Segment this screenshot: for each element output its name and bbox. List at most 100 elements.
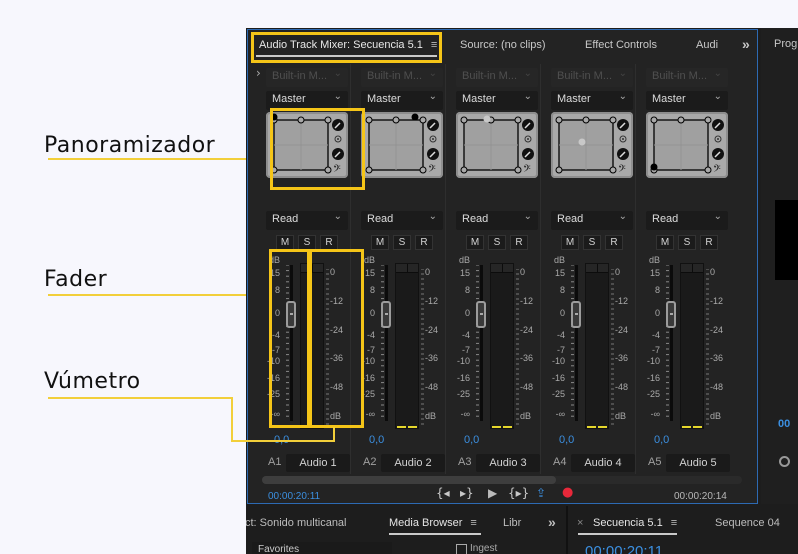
record-track-button[interactable]: R <box>320 235 338 250</box>
volume-fader-handle[interactable] <box>476 300 486 328</box>
output-dropdown[interactable]: Master ⌄ <box>551 91 633 110</box>
current-timecode[interactable]: 00:00:20:11 <box>268 491 320 502</box>
track-name-field[interactable]: Audio 5 <box>666 454 730 472</box>
fader-scale-label: -7 <box>651 344 660 355</box>
mute-track-button[interactable]: M <box>371 235 389 250</box>
clip-indicator[interactable] <box>396 264 418 273</box>
go-to-out-button[interactable]: ▸} <box>460 486 474 500</box>
tab-sequence-5-1[interactable]: Secuencia 5.1 ≡ <box>593 517 677 529</box>
meter-ticks <box>706 269 709 425</box>
tab-audio-clip-mixer[interactable]: Audi <box>696 39 718 51</box>
mixer-horizontal-scrollbar[interactable] <box>262 476 742 484</box>
output-dropdown[interactable]: Master ⌄ <box>361 91 443 110</box>
track-volume-value[interactable]: 0,0 <box>369 434 384 446</box>
loop-active-button[interactable]: ⇪ <box>536 486 546 500</box>
tab-source[interactable]: Source: (no clips) <box>460 39 546 51</box>
record-track-button[interactable]: R <box>700 235 718 250</box>
automation-mode-dropdown[interactable]: Read ⌄ <box>646 211 728 230</box>
close-tab-icon[interactable]: × <box>577 517 583 529</box>
timeline-timecode[interactable]: 00:00:20:11 <box>585 543 663 554</box>
fader-track[interactable] <box>575 265 578 421</box>
tab-effect-controls[interactable]: Effect Controls <box>585 39 657 51</box>
mute-track-button[interactable]: M <box>466 235 484 250</box>
record-button[interactable]: ● <box>562 485 573 500</box>
surround-panner[interactable]: 𝄢 <box>361 112 443 178</box>
volume-fader-handle[interactable] <box>666 300 676 328</box>
effect-dropdown[interactable]: Built-in M... ⌄ <box>456 68 538 87</box>
automation-mode-dropdown[interactable]: Read ⌄ <box>266 211 348 230</box>
surround-panner[interactable]: 𝄢 <box>456 112 538 178</box>
track-volume-value[interactable]: 0,0 <box>464 434 479 446</box>
scrollbar-thumb[interactable] <box>262 476 556 484</box>
volume-fader-handle[interactable] <box>571 300 581 328</box>
go-to-in-button[interactable]: {◂ <box>436 486 450 500</box>
effect-dropdown[interactable]: Built-in M... ⌄ <box>551 68 633 87</box>
fader-track[interactable] <box>480 265 483 421</box>
clip-indicator[interactable] <box>491 264 513 273</box>
surround-panner[interactable]: 𝄢 <box>646 112 728 178</box>
playhead-handle[interactable] <box>779 456 790 467</box>
program-timecode[interactable]: 00 <box>778 418 790 430</box>
track-id: A4 <box>553 456 567 468</box>
track-name-field[interactable]: Audio 1 <box>286 454 350 472</box>
tab-overflow-icon[interactable]: » <box>548 514 556 530</box>
clip-indicator[interactable] <box>586 264 608 273</box>
clip-indicator[interactable] <box>681 264 703 273</box>
mute-track-button[interactable]: M <box>656 235 674 250</box>
output-dropdown[interactable]: Master ⌄ <box>646 91 728 110</box>
tab-overflow-icon[interactable]: » <box>742 36 750 52</box>
track-name-field[interactable]: Audio 2 <box>381 454 445 472</box>
effect-dropdown[interactable]: Built-in M... ⌄ <box>646 68 728 87</box>
panel-menu-icon[interactable]: ≡ <box>470 517 476 529</box>
track-volume-value[interactable]: 0,0 <box>559 434 574 446</box>
tab-media-browser[interactable]: Media Browser ≡ <box>389 517 477 529</box>
fader-track[interactable] <box>670 265 673 421</box>
solo-track-button[interactable]: S <box>583 235 601 250</box>
fader-track[interactable] <box>290 265 293 421</box>
dropdown-value: Built-in M... <box>367 70 423 82</box>
solo-track-button[interactable]: S <box>393 235 411 250</box>
meter-ticks <box>421 269 424 425</box>
tab-program-monitor[interactable]: Progr <box>774 38 798 50</box>
tab-sequence-04[interactable]: Sequence 04 <box>715 517 780 529</box>
volume-fader-handle[interactable] <box>381 300 391 328</box>
pan-position-puck[interactable] <box>483 115 491 123</box>
tab-audio-track-mixer[interactable]: Audio Track Mixer: Secuencia 5.1 ≡ <box>259 39 437 51</box>
ingest-checkbox[interactable] <box>456 544 467 554</box>
effect-dropdown[interactable]: Built-in M... ⌄ <box>361 68 443 87</box>
solo-track-button[interactable]: S <box>678 235 696 250</box>
pan-position-puck[interactable] <box>270 113 278 121</box>
automation-mode-dropdown[interactable]: Read ⌄ <box>551 211 633 230</box>
mute-track-button[interactable]: M <box>276 235 294 250</box>
automation-mode-dropdown[interactable]: Read ⌄ <box>361 211 443 230</box>
solo-track-button[interactable]: S <box>488 235 506 250</box>
output-dropdown[interactable]: Master ⌄ <box>266 91 348 110</box>
record-track-button[interactable]: R <box>605 235 623 250</box>
track-name-field[interactable]: Audio 4 <box>571 454 635 472</box>
record-track-button[interactable]: R <box>415 235 433 250</box>
effect-dropdown[interactable]: Built-in M... ⌄ <box>266 68 348 87</box>
track-volume-value[interactable]: 0,0 <box>654 434 669 446</box>
panel-menu-icon[interactable]: ≡ <box>671 517 677 529</box>
volume-fader-handle[interactable] <box>286 300 296 328</box>
fader-track[interactable] <box>385 265 388 421</box>
clip-indicator[interactable] <box>301 264 323 273</box>
surround-panner[interactable]: 𝄢 <box>551 112 633 178</box>
solo-track-button[interactable]: S <box>298 235 316 250</box>
pan-position-puck[interactable] <box>650 163 658 171</box>
mute-track-button[interactable]: M <box>561 235 579 250</box>
play-button[interactable]: ▶ <box>488 486 497 500</box>
record-track-button[interactable]: R <box>510 235 528 250</box>
output-dropdown[interactable]: Master ⌄ <box>456 91 538 110</box>
pan-position-puck[interactable] <box>578 138 586 146</box>
meter-scale-label: dB <box>710 411 722 421</box>
panel-menu-icon[interactable]: ≡ <box>431 39 437 51</box>
tab-libraries[interactable]: Libr <box>503 517 521 529</box>
favorites-dropdown[interactable]: Favorites <box>252 542 392 554</box>
surround-panner[interactable]: 𝄢 <box>266 112 348 178</box>
track-name-field[interactable]: Audio 3 <box>476 454 540 472</box>
loop-button[interactable]: {▸} <box>508 486 529 500</box>
tab-project[interactable]: ct: Sonido multicanal <box>246 517 347 529</box>
pan-position-puck[interactable] <box>411 113 419 121</box>
automation-mode-dropdown[interactable]: Read ⌄ <box>456 211 538 230</box>
